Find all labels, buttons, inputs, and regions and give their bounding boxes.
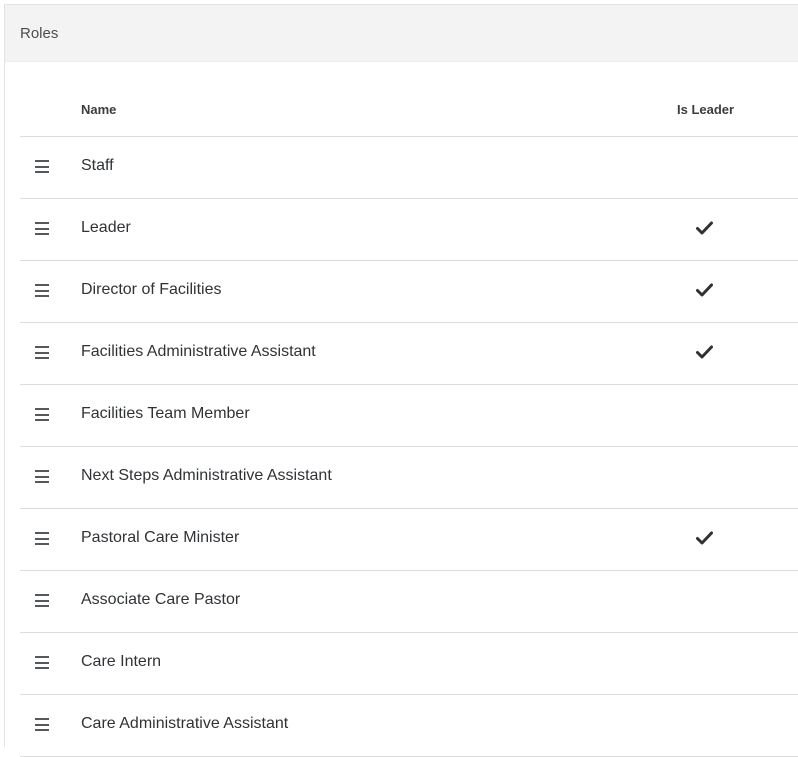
checkmark-icon [696, 283, 713, 297]
table-row[interactable]: Associate Care Pastor [20, 571, 798, 633]
role-name: Director of Facilities [81, 281, 222, 298]
role-name: Care Administrative Assistant [81, 715, 289, 732]
table-row[interactable]: Leader [20, 199, 798, 261]
reorder-handle-icon[interactable] [35, 346, 49, 359]
reorder-handle-icon[interactable] [35, 594, 49, 607]
roles-grid: Name Is Leader Staff Leader Director of Fa… [20, 62, 798, 757]
reorder-handle-icon[interactable] [35, 160, 49, 173]
grid-header: Name Is Leader [20, 62, 798, 137]
role-name: Facilities Administrative Assistant [81, 343, 316, 360]
checkmark-icon [696, 345, 713, 359]
reorder-handle-icon[interactable] [35, 408, 49, 421]
table-row[interactable]: Director of Facilities [20, 261, 798, 323]
reorder-handle-icon[interactable] [35, 532, 49, 545]
grid-body: Staff Leader Director of Facilities Facilit… [20, 137, 798, 757]
column-header-is-leader[interactable]: Is Leader [677, 102, 734, 117]
role-name: Pastoral Care Minister [81, 529, 240, 546]
table-row[interactable]: Care Administrative Assistant [20, 695, 798, 757]
column-header-name[interactable]: Name [81, 102, 116, 117]
role-name: Associate Care Pastor [81, 591, 241, 608]
table-row[interactable]: Pastoral Care Minister [20, 509, 798, 571]
reorder-handle-icon[interactable] [35, 656, 49, 669]
reorder-handle-icon[interactable] [35, 222, 49, 235]
roles-panel: Roles Name Is Leader Staff Leader Director… [4, 4, 798, 757]
role-name: Staff [81, 157, 114, 174]
role-name: Facilities Team Member [81, 405, 250, 422]
role-name: Care Intern [81, 653, 162, 670]
checkmark-icon [696, 221, 713, 235]
role-name: Next Steps Administrative Assistant [81, 467, 332, 484]
table-row[interactable]: Care Intern [20, 633, 798, 695]
checkmark-icon [696, 531, 713, 545]
table-row[interactable]: Staff [20, 137, 798, 199]
reorder-handle-icon[interactable] [35, 718, 49, 731]
reorder-handle-icon[interactable] [35, 470, 49, 483]
table-row[interactable]: Next Steps Administrative Assistant [20, 447, 798, 509]
reorder-handle-icon[interactable] [35, 284, 49, 297]
panel-title: Roles [5, 5, 798, 62]
table-row[interactable]: Facilities Team Member [20, 385, 798, 447]
role-name: Leader [81, 219, 131, 236]
table-row[interactable]: Facilities Administrative Assistant [20, 323, 798, 385]
